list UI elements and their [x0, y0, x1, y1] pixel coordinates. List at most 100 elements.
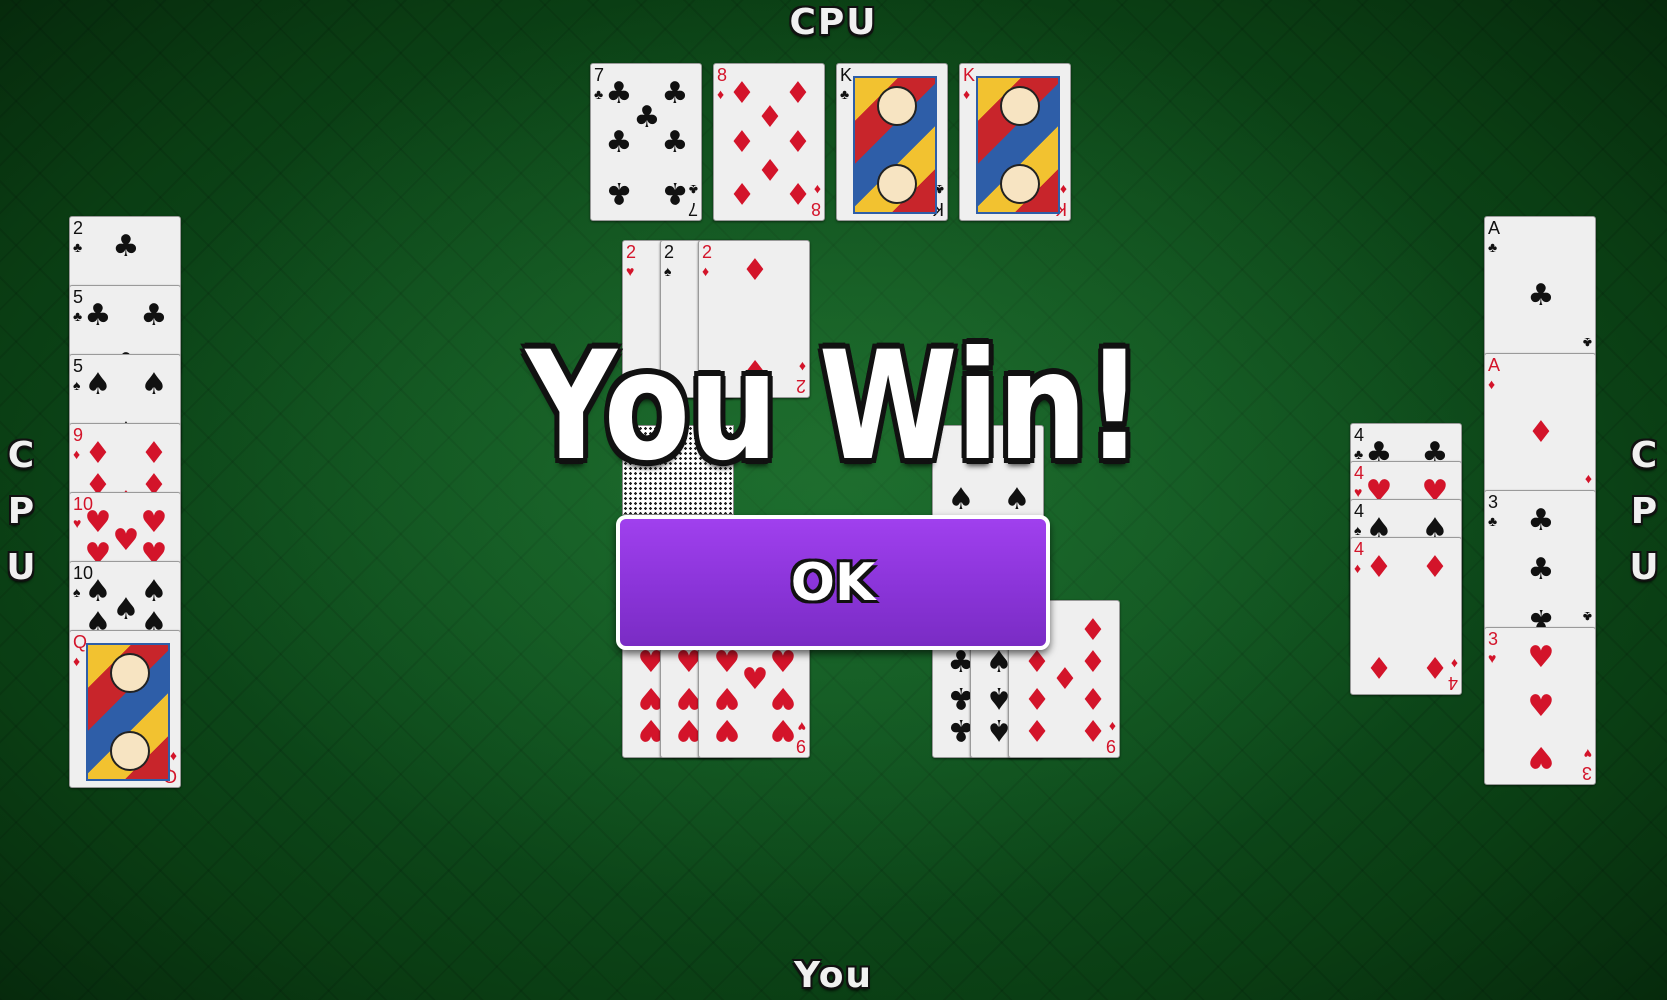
cpu-right-outer-card[interactable]: 3 ♥ 3 ♥ ♥ ♥ ♥: [1484, 627, 1596, 785]
diamond-icon: ♦: [1079, 645, 1107, 680]
club-icon: ♣: [84, 298, 112, 333]
heart-icon: ♥: [112, 523, 140, 558]
card-rank: 7 ♣: [594, 65, 605, 102]
diamond-icon: ♦: [728, 175, 756, 210]
ok-button[interactable]: OK: [616, 515, 1050, 650]
cpu-left-label: CPU: [2, 428, 42, 596]
diamond-icon: ♦: [1023, 680, 1051, 715]
diamond-icon: ♦: [1023, 712, 1051, 747]
card-rank: 2 ♣: [73, 218, 84, 255]
diamond-icon: ♦: [84, 436, 112, 471]
face-portrait-inverted: [110, 731, 150, 771]
face-card-art: [86, 643, 170, 781]
club-icon: ♣: [661, 175, 689, 210]
diamond-icon: ♦: [1365, 550, 1393, 585]
card-rank: K ♣: [840, 65, 853, 102]
cpu-right-outer-card[interactable]: 3♣3♣♣♣♣: [1484, 490, 1596, 648]
card-rank: 8 ♦: [717, 65, 728, 102]
diamond-icon: ♦: [1365, 649, 1393, 684]
card-rank-inverted: 8 ♦: [810, 182, 821, 219]
card-rank-inverted: 7 ♣: [687, 182, 698, 219]
heart-icon: ♥: [741, 662, 769, 697]
diamond-icon: ♦: [756, 151, 784, 186]
club-icon: ♣: [1527, 503, 1555, 538]
diamond-icon: ♦: [1023, 645, 1051, 680]
diamond-icon: ♦: [1051, 662, 1079, 697]
cpu-right-label: CPU: [1625, 428, 1665, 596]
heart-icon: ♥: [84, 505, 112, 540]
card-rank: 5 ♣: [73, 287, 84, 324]
heart-icon: ♥: [769, 680, 797, 715]
heart-icon: ♥: [1527, 739, 1555, 774]
diamond-icon: ♦: [728, 125, 756, 160]
card-rank: 4 ♠: [1354, 501, 1365, 538]
diamond-icon: ♦: [1079, 680, 1107, 715]
card-rank: Q ♦: [73, 632, 88, 669]
diamond-icon: ♦: [1421, 649, 1449, 684]
club-icon: ♣: [1527, 278, 1555, 313]
club-icon: ♣: [661, 125, 689, 160]
cpu-top-label: CPU: [789, 2, 878, 43]
club-icon: ♣: [605, 76, 633, 111]
cpu-left-label-text: CPU: [6, 435, 38, 588]
diamond-icon: ♦: [728, 76, 756, 111]
spade-icon: ♠: [112, 592, 140, 627]
face-portrait: [1000, 86, 1040, 126]
card-rank-inverted: 3 ♥: [1581, 746, 1592, 783]
club-icon: ♣: [112, 229, 140, 264]
card-rank: 4 ♦: [1354, 539, 1365, 576]
spade-icon: ♠: [84, 367, 112, 402]
face-portrait-inverted: [877, 164, 917, 204]
diamond-icon: ♦: [1421, 550, 1449, 585]
heart-icon: ♥: [713, 680, 741, 715]
cpu-top-card[interactable]: 7 ♣ 7 ♣ ♣ ♣ ♣ ♣ ♣ ♣ ♣: [590, 63, 702, 221]
heart-icon: ♥: [140, 505, 168, 540]
cpu-top-card[interactable]: 8 ♦ 8 ♦ ♦ ♦ ♦ ♦ ♦ ♦ ♦ ♦: [713, 63, 825, 221]
card-rank: K ♦: [963, 65, 976, 102]
card-rank-inverted: 9♥: [795, 719, 806, 756]
card-rank: 2 ♠: [664, 242, 675, 279]
face-portrait-inverted: [1000, 164, 1040, 204]
spade-icon: ♠: [140, 574, 168, 609]
diamond-icon: ♦: [784, 175, 812, 210]
card-rank: 2 ♦: [702, 242, 713, 279]
card-rank: 3 ♣: [1488, 492, 1499, 529]
spade-icon: ♠: [84, 574, 112, 609]
face-portrait: [110, 653, 150, 693]
ok-button-label: OK: [790, 552, 876, 613]
heart-icon: ♥: [1527, 689, 1555, 724]
club-icon: ♣: [633, 100, 661, 135]
heart-icon: ♥: [769, 712, 797, 747]
diamond-icon: ♦: [784, 76, 812, 111]
cpu-top-card[interactable]: K ♣ K ♣: [836, 63, 948, 221]
face-portrait: [877, 86, 917, 126]
club-icon: ♣: [1527, 552, 1555, 587]
heart-icon: ♥: [713, 712, 741, 747]
face-card-art: [976, 76, 1060, 214]
club-icon: ♣: [605, 125, 633, 160]
card-rank: A ♣: [1488, 218, 1501, 255]
diamond-icon: ♦: [1079, 712, 1107, 747]
cpu-left-card[interactable]: Q♦Q♦: [69, 630, 181, 788]
heart-icon: ♥: [713, 645, 741, 680]
cpu-right-inner-card[interactable]: 4 ♦ 4 ♦ ♦ ♦ ♦ ♦: [1350, 537, 1462, 695]
card-rank: 2 ♥: [626, 242, 637, 279]
club-icon: ♣: [661, 76, 689, 111]
heart-icon: ♥: [769, 645, 797, 680]
diamond-icon: ♦: [741, 253, 769, 288]
card-rank-inverted: 4 ♦: [1447, 656, 1458, 693]
win-banner: You Win!: [525, 320, 1143, 494]
cpu-top-card[interactable]: K ♦ K ♦: [959, 63, 1071, 221]
cpu-right-label-text: CPU: [1629, 435, 1661, 588]
card-rank: 3 ♥: [1488, 629, 1499, 666]
you-label: You: [793, 955, 874, 996]
club-icon: ♣: [605, 175, 633, 210]
face-card-art: [853, 76, 937, 214]
diamond-icon: ♦: [1079, 613, 1107, 648]
diamond-icon: ♦: [784, 125, 812, 160]
card-rank-inverted: 9♦: [1105, 719, 1116, 756]
card-rank: 5 ♠: [73, 356, 84, 393]
heart-icon: ♥: [1527, 640, 1555, 675]
diamond-icon: ♦: [756, 100, 784, 135]
card-rank: 9♦: [73, 425, 84, 462]
